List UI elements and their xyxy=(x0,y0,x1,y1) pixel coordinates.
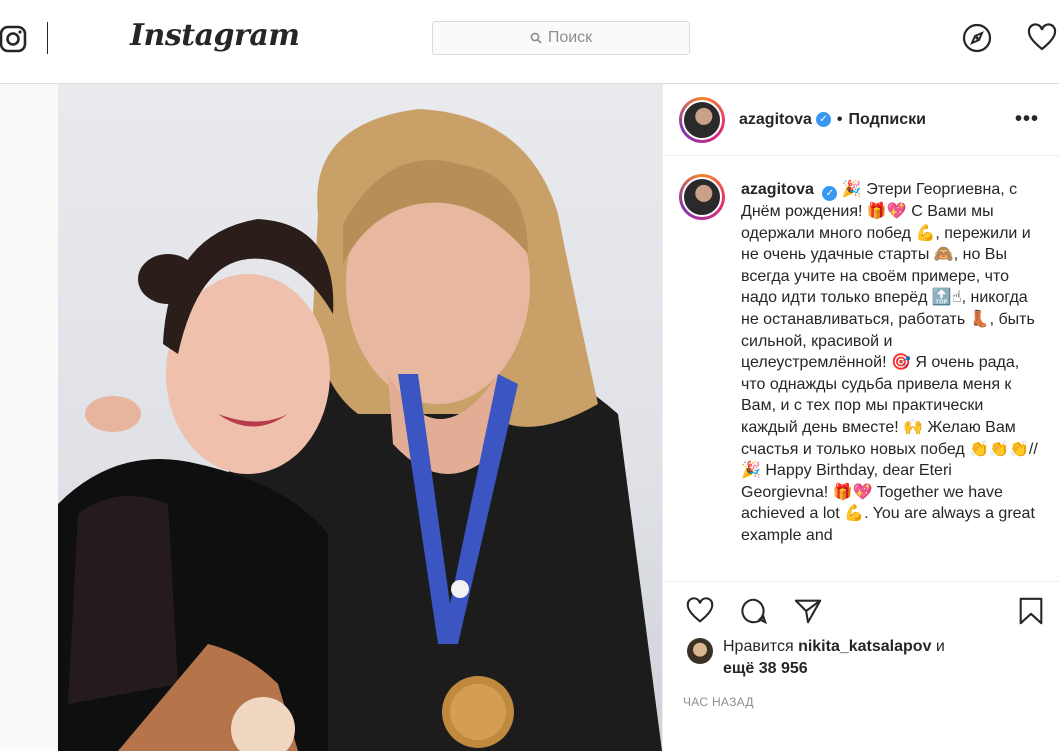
liker-username[interactable]: nikita_katsalapov xyxy=(798,638,931,655)
post-photo[interactable] xyxy=(58,84,662,751)
caption-username[interactable]: azagitova xyxy=(741,181,814,198)
post-side-panel: azagitova ✓ • Подписки ••• azagitova ✓ 🎉… xyxy=(662,84,1059,751)
caption-body: 🎉 Этери Георгиевна, с Днём рождения! 🎁💖 … xyxy=(741,181,1038,544)
liker-avatar[interactable] xyxy=(687,638,713,664)
search-placeholder: Поиск xyxy=(547,29,593,46)
following-button[interactable]: Подписки xyxy=(849,111,926,129)
verified-badge-icon: ✓ xyxy=(815,112,831,127)
likes-prefix: Нравится xyxy=(723,638,794,655)
share-icon[interactable] xyxy=(793,596,823,626)
verified-badge-icon: ✓ xyxy=(822,186,838,201)
search-icon xyxy=(530,32,542,44)
search-input[interactable]: Поиск xyxy=(432,21,690,55)
likes-and: и xyxy=(935,638,945,655)
logo-divider xyxy=(47,22,48,54)
top-navigation-bar: Instagram Поиск xyxy=(0,0,1059,84)
likes-text: Нравится nikita_katsalapov и ещё 38 956 xyxy=(723,636,945,680)
post-timestamp[interactable]: ЧАС НАЗАД xyxy=(683,695,754,709)
actions-divider xyxy=(663,581,1059,582)
avatar[interactable] xyxy=(679,96,725,143)
caption-avatar[interactable] xyxy=(679,174,725,220)
caption-text: azagitova ✓ 🎉 Этери Георгиевна, с Днём р… xyxy=(741,179,1041,582)
instagram-glyph-icon[interactable] xyxy=(0,24,28,54)
more-options-icon[interactable]: ••• xyxy=(1015,108,1039,131)
post-header: azagitova ✓ • Подписки ••• xyxy=(663,84,1059,156)
post-actions-bar xyxy=(683,596,1053,630)
heart-icon[interactable] xyxy=(1026,22,1058,54)
comment-icon[interactable] xyxy=(739,596,769,626)
likes-summary: Нравится nikita_katsalapov и ещё 38 956 xyxy=(687,636,945,680)
post-username[interactable]: azagitova xyxy=(739,111,812,129)
bookmark-icon[interactable] xyxy=(1017,596,1045,626)
post-caption: azagitova ✓ 🎉 Этери Георгиевна, с Днём р… xyxy=(663,174,1059,582)
separator-dot: • xyxy=(836,110,843,128)
instagram-logo[interactable]: Instagram xyxy=(130,18,300,53)
explore-compass-icon[interactable] xyxy=(961,22,993,54)
likes-count-link[interactable]: ещё 38 956 xyxy=(723,660,808,677)
post-photo-illustration xyxy=(58,109,662,751)
like-heart-icon[interactable] xyxy=(685,596,715,626)
